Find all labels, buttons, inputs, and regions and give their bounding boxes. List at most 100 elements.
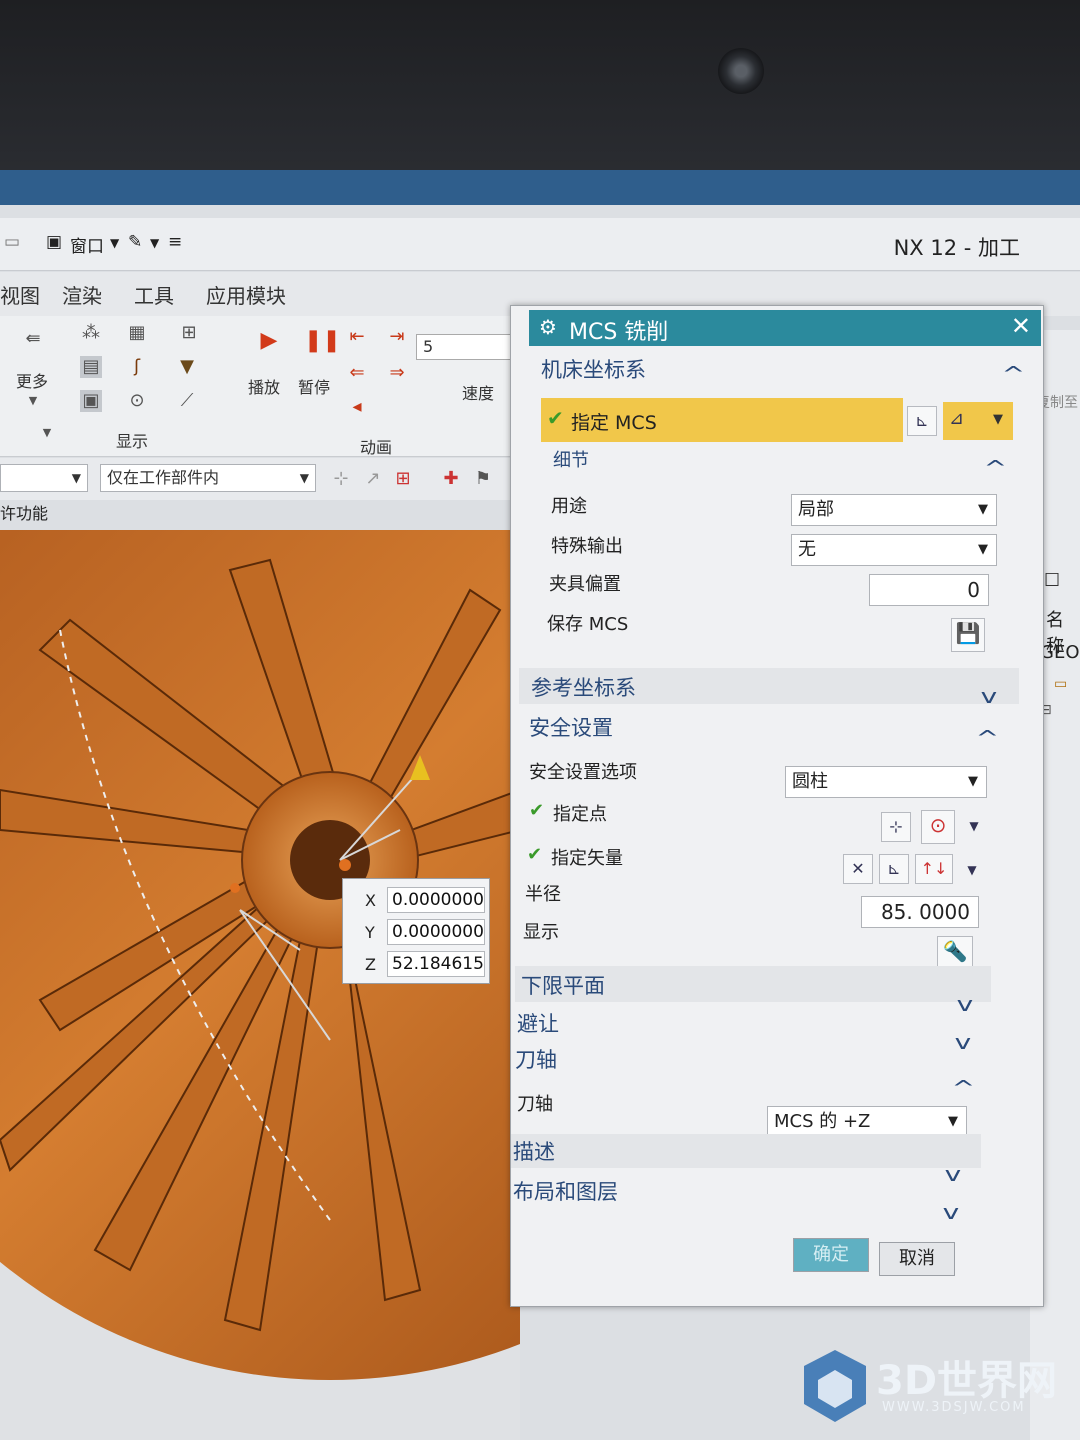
csys-dialog-icon[interactable]: ⊾ xyxy=(907,406,937,436)
chevron-down-icon[interactable]: v xyxy=(945,1162,962,1186)
chevron-up-icon[interactable]: ^ xyxy=(952,1076,975,1100)
watermark-brand: 3D世界网 xyxy=(876,1358,1058,1404)
function-label: 许功能 xyxy=(0,504,49,523)
chevron-down-icon[interactable]: ▼ xyxy=(957,856,987,886)
filter-icon[interactable]: ⚑ xyxy=(472,468,494,490)
specify-point-label: 指定点 xyxy=(553,804,607,825)
radius-input[interactable]: 85. 0000 xyxy=(861,896,979,928)
snap-point-icon[interactable]: ✚ xyxy=(440,468,462,490)
purpose-dropdown[interactable]: 局部 ▼ xyxy=(791,494,997,526)
menu-applications[interactable]: 应用模块 xyxy=(206,280,286,309)
gear-icon: ⚙ xyxy=(539,315,557,339)
graphics-viewport[interactable] xyxy=(0,530,520,1440)
more-icon[interactable]: ⇚ xyxy=(22,328,44,350)
webcam-icon xyxy=(718,48,764,94)
section-reference-cs[interactable]: 参考坐标系 xyxy=(531,672,636,702)
special-output-dropdown[interactable]: 无 ▼ xyxy=(791,534,997,566)
section-layout-layers[interactable]: 布局和图层 xyxy=(513,1176,618,1206)
fixture-offset-input[interactable]: 0 xyxy=(869,574,989,606)
curve-icon[interactable]: ʃ xyxy=(126,356,148,378)
line-icon[interactable]: ⟋ xyxy=(176,390,198,412)
dialog-title: MCS 铣削 xyxy=(569,320,669,345)
checkbox-icon[interactable]: ☐ xyxy=(1044,570,1060,591)
section-lower-plane[interactable]: 下限平面 xyxy=(521,970,605,1000)
section-machine-cs[interactable]: 机床坐标系 xyxy=(541,354,646,384)
watermark: 3D世界网 WWW.3DSJW.COM xyxy=(800,1342,1070,1432)
point-dialog-icon[interactable]: ⊹ xyxy=(881,812,911,842)
more-label[interactable]: 更多 xyxy=(16,368,48,392)
menu-render[interactable]: 渲染 xyxy=(62,280,102,309)
step-forward-icon[interactable]: ⇥ xyxy=(386,326,408,348)
chevron-down-icon[interactable]: ▼ xyxy=(36,422,58,444)
geometry-node[interactable]: GEO xyxy=(1040,642,1080,663)
window-mini-icon[interactable]: ▭ xyxy=(4,232,20,252)
y-coordinate-field[interactable]: 0.0000000 xyxy=(387,919,485,945)
vector-type-icon[interactable]: ↑↓ xyxy=(915,854,953,884)
csys-axes-icon: ⊿ xyxy=(949,408,965,429)
safety-option-dropdown[interactable]: 圆柱 ▼ xyxy=(785,766,987,798)
title-bar: ▭ ▣ 窗口 ▼ ✎ ▼ ≡ NX 12 - 加工 xyxy=(0,218,1080,271)
toolpath-display-icon[interactable]: ▤ xyxy=(80,356,102,378)
stock-display-icon[interactable]: ▣ xyxy=(80,390,102,412)
prev-frame-icon[interactable]: ◂ xyxy=(346,396,368,418)
point-type-icon[interactable]: ⊙ xyxy=(921,810,955,844)
quick-access-customize-icon[interactable]: ≡ xyxy=(168,232,182,252)
ok-button[interactable]: 确定 xyxy=(793,1238,869,1272)
chevron-down-icon[interactable]: v xyxy=(957,992,974,1016)
play-icon[interactable]: ▶ xyxy=(258,330,280,352)
specify-mcs-row[interactable]: ✔ 指定 MCS xyxy=(541,398,903,442)
description-header-bar xyxy=(511,1134,981,1168)
check-icon: ✔ xyxy=(529,800,545,821)
coordinate-input-popup: X 0.0000000 Y 0.0000000 Z 52.184615 xyxy=(342,878,490,984)
pause-label[interactable]: 暂停 xyxy=(298,374,330,398)
section-description[interactable]: 描述 xyxy=(513,1136,555,1166)
chevron-down-icon[interactable]: ▼ xyxy=(22,390,44,412)
chevron-down-icon[interactable]: ▼ xyxy=(959,812,989,842)
layer-icon[interactable]: ⊞ xyxy=(178,322,200,344)
window-menu-label[interactable]: 窗口 xyxy=(70,232,104,257)
tool-icon[interactable]: ▼ xyxy=(176,356,198,378)
y-label: Y xyxy=(365,923,375,942)
type-filter-dropdown[interactable]: ▼ xyxy=(0,464,88,492)
chevron-up-icon[interactable]: ^ xyxy=(984,456,1007,480)
play-label[interactable]: 播放 xyxy=(248,374,280,398)
cancel-button[interactable]: 取消 xyxy=(879,1242,955,1276)
view-frame-icon[interactable]: ▦ xyxy=(126,322,148,344)
chevron-up-icon[interactable]: ^ xyxy=(1002,362,1025,386)
csys-type-dropdown[interactable]: ⊿ ▼ xyxy=(943,402,1013,440)
purpose-label: 用途 xyxy=(551,496,587,517)
pause-icon[interactable]: ❚❚ xyxy=(304,330,341,352)
chevron-down-icon[interactable]: v xyxy=(943,1200,960,1224)
close-icon[interactable]: ✕ xyxy=(1011,312,1031,340)
rewind-icon[interactable]: ⇐ xyxy=(346,362,368,384)
step-back-icon[interactable]: ⇤ xyxy=(346,326,368,348)
grid-toggle-icon[interactable]: ⁂ xyxy=(80,322,102,344)
vector-dialog-icon[interactable]: ⊾ xyxy=(879,854,909,884)
chevron-down-icon[interactable]: ▼ xyxy=(150,236,159,250)
radius-label: 半径 xyxy=(525,884,561,905)
section-tool-axis[interactable]: 刀轴 xyxy=(515,1044,557,1074)
snap-icon[interactable]: ⊹ xyxy=(330,468,352,490)
fast-forward-icon[interactable]: ⇒ xyxy=(386,362,408,384)
reverse-direction-icon[interactable]: ✕ xyxy=(843,854,873,884)
save-icon[interactable]: 💾 xyxy=(951,618,985,652)
chevron-down-icon[interactable]: ▼ xyxy=(110,236,119,250)
chevron-up-icon[interactable]: ^ xyxy=(976,726,999,750)
chevron-down-icon[interactable]: v xyxy=(955,1030,972,1054)
pin-icon[interactable]: ✎ xyxy=(128,232,142,252)
menu-view[interactable]: 视图 xyxy=(0,280,40,309)
dialog-title-bar: ⚙ MCS 铣削 ✕ xyxy=(529,310,1041,346)
specify-mcs-label: 指定 MCS xyxy=(571,412,657,434)
z-coordinate-field[interactable]: 52.184615 xyxy=(387,951,485,977)
circle-target-icon[interactable]: ⊙ xyxy=(126,390,148,412)
menu-tools[interactable]: 工具 xyxy=(134,280,174,309)
section-safety[interactable]: 安全设置 xyxy=(529,712,613,742)
x-coordinate-field[interactable]: 0.0000000 xyxy=(387,887,485,913)
select-arrow-icon[interactable]: ↗ xyxy=(362,468,384,490)
section-avoidance[interactable]: 避让 xyxy=(517,1008,559,1038)
save-mcs-label: 保存 MCS xyxy=(547,614,629,635)
add-point-icon[interactable]: ⊞ xyxy=(392,468,414,490)
details-header[interactable]: 细节 xyxy=(553,446,589,472)
chevron-down-icon[interactable]: v xyxy=(981,684,998,708)
selection-scope-dropdown[interactable]: 仅在工作部件内 ▼ xyxy=(100,464,316,492)
